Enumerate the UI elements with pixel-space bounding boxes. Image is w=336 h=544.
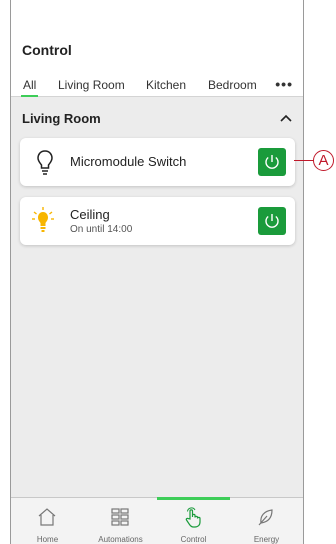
tab-kitchen[interactable]: Kitchen (146, 78, 186, 92)
power-button[interactable] (258, 148, 286, 176)
room-tabs: All Living Room Kitchen Bedroom ••• (11, 76, 303, 97)
nav-label: Energy (253, 535, 280, 544)
page-title: Control (22, 42, 72, 58)
device-card-ceiling[interactable]: Ceiling On until 14:00 (20, 197, 295, 245)
more-horizontal-icon[interactable]: ••• (275, 76, 293, 92)
nav-label: Home (36, 535, 59, 544)
bulb-outline-icon (37, 150, 53, 175)
nav-energy[interactable]: Energy (230, 498, 303, 544)
bottom-nav: Home Automations Control Energy (11, 497, 303, 544)
device-name: Micromodule Switch (70, 154, 187, 169)
bulb-lit-icon (32, 207, 54, 232)
power-icon (265, 214, 279, 228)
nav-automations[interactable]: Automations (84, 498, 157, 544)
grid-icon (111, 508, 129, 526)
callout-marker-a: A (313, 150, 334, 171)
home-icon (38, 508, 56, 526)
tab-all[interactable]: All (20, 78, 39, 97)
nav-home[interactable]: Home (11, 498, 84, 544)
hand-touch-icon (185, 507, 201, 528)
section-title: Living Room (22, 111, 101, 126)
power-icon (265, 155, 279, 169)
callout-leader-line (294, 160, 314, 161)
device-card-micromodule-switch[interactable]: Micromodule Switch (20, 138, 295, 186)
nav-control[interactable]: Control (157, 497, 230, 544)
leaf-icon (258, 509, 273, 526)
tab-living-room[interactable]: Living Room (58, 78, 125, 92)
power-button[interactable] (258, 207, 286, 235)
section-header-living-room: Living Room (11, 108, 303, 130)
tab-bedroom[interactable]: Bedroom (208, 78, 257, 92)
chevron-up-icon[interactable] (279, 113, 293, 123)
phone-screen: Control All Living Room Kitchen Bedroom … (10, 0, 304, 544)
device-status: On until 14:00 (70, 224, 133, 235)
nav-label: Control (180, 535, 207, 544)
header: Control All Living Room Kitchen Bedroom … (11, 0, 303, 97)
nav-label: Automations (98, 535, 143, 544)
device-name: Ceiling (70, 207, 110, 222)
